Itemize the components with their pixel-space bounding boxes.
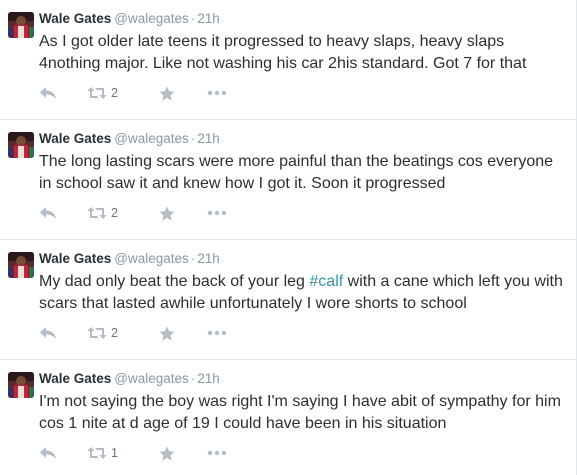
tweet-actions: 2 [39,203,237,223]
tweet[interactable]: Wale Gates @walegates · 21h I'm not saying … [0,360,576,475]
tweet[interactable]: Wale Gates @walegates · 21h My dad only bea… [0,240,576,360]
avatar[interactable] [8,372,34,398]
tweet-timestamp[interactable]: 21h [197,371,220,386]
retweet-icon [87,206,107,220]
star-icon [159,206,175,221]
tweet-header: Wale Gates @walegates · 21h [39,370,220,388]
more-button[interactable] [207,323,237,343]
star-icon [159,86,175,101]
author-username[interactable]: @walegates [114,251,189,266]
tweet-text: The long lasting scars were more painful… [39,153,554,192]
tweet-timestamp[interactable]: 21h [197,251,220,266]
tweet-actions: 1 [39,443,237,463]
author-fullname[interactable]: Wale Gates [39,371,111,386]
author-username[interactable]: @walegates [114,371,189,386]
reply-button[interactable] [39,203,87,223]
separator-dot: · [190,131,196,146]
reply-icon [39,446,57,460]
tweet-header: Wale Gates @walegates · 21h [39,10,220,28]
separator-dot: · [190,371,196,386]
tweet-actions: 2 [39,83,237,103]
favorite-button[interactable] [159,323,207,343]
separator-dot: · [190,11,196,26]
favorite-button[interactable] [159,443,207,463]
retweet-count: 1 [111,446,118,460]
tweet-text: As I got older late teens it progressed … [39,33,527,72]
retweet-button[interactable]: 2 [87,323,159,343]
tweet-timestamp[interactable]: 21h [197,131,220,146]
author-fullname[interactable]: Wale Gates [39,11,111,26]
favorite-button[interactable] [159,203,207,223]
tweet-text: My dad only beat the back of your leg #c… [39,271,569,315]
reply-icon [39,326,57,340]
more-dots-icon [207,330,227,336]
retweet-icon [87,446,107,460]
tweet-header: Wale Gates @walegates · 21h [39,250,220,268]
retweet-icon [87,86,107,100]
reply-button[interactable] [39,443,87,463]
star-icon [159,326,175,341]
more-dots-icon [207,90,227,96]
hashtag-link[interactable]: #calf [309,273,343,290]
reply-icon [39,86,57,100]
tweet-actions: 2 [39,323,237,343]
more-button[interactable] [207,83,237,103]
author-fullname[interactable]: Wale Gates [39,131,111,146]
retweet-button[interactable]: 2 [87,203,159,223]
reply-button[interactable] [39,323,87,343]
tweet-text-part: My dad only beat the back of your leg [39,273,310,290]
author-username[interactable]: @walegates [114,131,189,146]
star-icon [159,446,175,461]
avatar[interactable] [8,132,34,158]
retweet-button[interactable]: 1 [87,443,159,463]
retweet-count: 2 [111,86,118,100]
retweet-icon [87,326,107,340]
reply-button[interactable] [39,83,87,103]
retweet-count: 2 [111,206,118,220]
avatar[interactable] [8,252,34,278]
avatar[interactable] [8,12,34,38]
tweet-timestamp[interactable]: 21h [197,11,220,26]
author-fullname[interactable]: Wale Gates [39,251,111,266]
retweet-button[interactable]: 2 [87,83,159,103]
favorite-button[interactable] [159,83,207,103]
more-dots-icon [207,210,227,216]
timeline: Wale Gates @walegates · 21h As I got older … [0,0,577,475]
more-button[interactable] [207,443,237,463]
tweet[interactable]: Wale Gates @walegates · 21h As I got older … [0,0,576,120]
separator-dot: · [190,251,196,266]
retweet-count: 2 [111,326,118,340]
tweet-header: Wale Gates @walegates · 21h [39,130,220,148]
more-button[interactable] [207,203,237,223]
tweet-text: I'm not saying the boy was right I'm say… [39,393,561,432]
more-dots-icon [207,450,227,456]
tweet[interactable]: Wale Gates @walegates · 21h The long lastin… [0,120,576,240]
author-username[interactable]: @walegates [114,11,189,26]
reply-icon [39,206,57,220]
